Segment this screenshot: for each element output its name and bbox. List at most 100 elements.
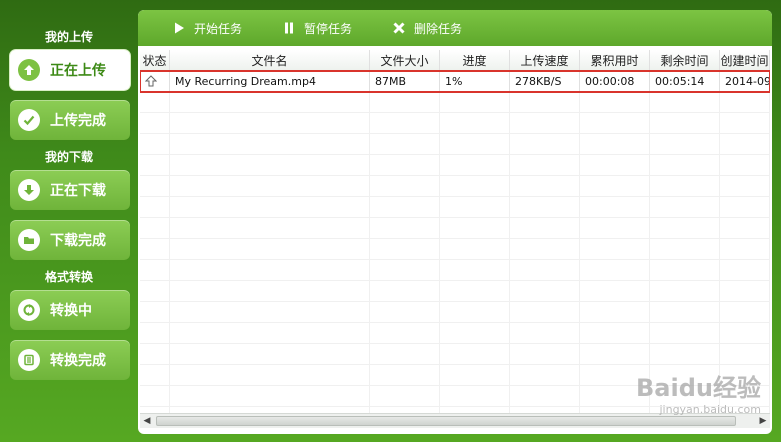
- empty-cell: [650, 155, 720, 175]
- empty-cell: [140, 302, 170, 322]
- empty-row: [140, 218, 770, 239]
- empty-cell: [170, 113, 370, 133]
- start-task-button[interactable]: 开始任务: [172, 20, 242, 37]
- empty-cell: [140, 92, 170, 112]
- empty-row: [140, 155, 770, 176]
- empty-cell: [440, 365, 510, 385]
- sidebar-item-downloading[interactable]: 正在下载: [10, 170, 130, 210]
- empty-cell: [370, 113, 440, 133]
- sidebar-item-label: 转换中: [50, 303, 92, 319]
- empty-cell: [720, 176, 770, 196]
- column-header-speed[interactable]: 上传速度: [510, 50, 580, 70]
- empty-cell: [580, 281, 650, 301]
- empty-cell: [440, 134, 510, 154]
- sidebar-item-label: 正在下载: [50, 183, 106, 199]
- empty-cell: [720, 134, 770, 154]
- empty-cell: [580, 113, 650, 133]
- watermark-logo: Baidu经验 jingyan.baidu.com: [636, 374, 761, 416]
- empty-cell: [370, 281, 440, 301]
- empty-cell: [720, 281, 770, 301]
- sidebar-item-converting[interactable]: 转换中: [10, 290, 130, 330]
- empty-cell: [170, 155, 370, 175]
- empty-row: [140, 281, 770, 302]
- empty-cell: [170, 344, 370, 364]
- empty-cell: [140, 113, 170, 133]
- column-header-size[interactable]: 文件大小: [370, 50, 440, 70]
- empty-cell: [370, 134, 440, 154]
- empty-cell: [140, 155, 170, 175]
- scroll-right-icon[interactable]: ▶: [756, 414, 770, 428]
- empty-cell: [170, 176, 370, 196]
- column-header-filename[interactable]: 文件名: [170, 50, 370, 70]
- empty-cell: [440, 113, 510, 133]
- empty-cell: [650, 260, 720, 280]
- empty-cell: [140, 218, 170, 238]
- pause-task-button[interactable]: 暂停任务: [282, 20, 352, 37]
- empty-cell: [440, 281, 510, 301]
- empty-row: [140, 197, 770, 218]
- empty-cell: [580, 197, 650, 217]
- empty-cell: [140, 197, 170, 217]
- empty-cell: [370, 176, 440, 196]
- folder-icon: [18, 229, 40, 251]
- empty-cell: [720, 218, 770, 238]
- empty-row: [140, 239, 770, 260]
- empty-cell: [170, 239, 370, 259]
- empty-row: [140, 302, 770, 323]
- empty-cell: [370, 302, 440, 322]
- column-header-elapsed[interactable]: 累积用时: [580, 50, 650, 70]
- empty-cell: [580, 218, 650, 238]
- empty-row: [140, 176, 770, 197]
- delete-task-button[interactable]: 删除任务: [392, 20, 462, 37]
- empty-cell: [170, 386, 370, 406]
- column-header-progress[interactable]: 进度: [440, 50, 510, 70]
- empty-cell: [440, 176, 510, 196]
- row-elapsed: 00:00:08: [580, 71, 650, 91]
- empty-cell: [440, 344, 510, 364]
- empty-cell: [510, 323, 580, 343]
- empty-row: [140, 134, 770, 155]
- empty-cell: [510, 176, 580, 196]
- section-title-convert: 格式转换: [44, 270, 93, 284]
- empty-cell: [140, 134, 170, 154]
- empty-cell: [440, 260, 510, 280]
- empty-cell: [510, 92, 580, 112]
- column-header-created[interactable]: 创建时间: [720, 50, 770, 70]
- checkmark-icon: [18, 109, 40, 131]
- empty-cell: [720, 92, 770, 112]
- sidebar-item-uploading[interactable]: 正在上传: [10, 50, 130, 90]
- toolbar: 开始任务 暂停任务 删除任务: [138, 10, 772, 46]
- empty-cell: [580, 302, 650, 322]
- empty-cell: [140, 239, 170, 259]
- empty-cell: [370, 386, 440, 406]
- table-header: 状态 文件名 文件大小 进度 上传速度 累积用时 剩余时间 创建时间: [140, 50, 770, 71]
- empty-cell: [720, 113, 770, 133]
- empty-cell: [140, 260, 170, 280]
- empty-cell: [370, 218, 440, 238]
- empty-cell: [720, 155, 770, 175]
- scroll-thumb[interactable]: [156, 416, 736, 426]
- column-header-remaining[interactable]: 剩余时间: [650, 50, 720, 70]
- upload-status-icon: [145, 75, 157, 87]
- empty-cell: [510, 197, 580, 217]
- empty-cell: [580, 92, 650, 112]
- empty-cell: [170, 92, 370, 112]
- sidebar-item-download-complete[interactable]: 下载完成: [10, 220, 130, 260]
- empty-cell: [370, 260, 440, 280]
- sidebar-item-label: 上传完成: [50, 113, 106, 129]
- pause-icon: [285, 22, 294, 34]
- empty-cell: [440, 197, 510, 217]
- empty-cell: [440, 239, 510, 259]
- empty-cell: [650, 134, 720, 154]
- sidebar-item-label: 下载完成: [50, 233, 106, 249]
- column-header-status[interactable]: 状态: [140, 50, 170, 70]
- empty-cell: [650, 197, 720, 217]
- sidebar-item-convert-complete[interactable]: 转换完成: [10, 340, 130, 380]
- empty-cell: [440, 386, 510, 406]
- empty-cell: [440, 92, 510, 112]
- list-icon: [18, 349, 40, 371]
- scroll-left-icon[interactable]: ◀: [140, 414, 154, 428]
- empty-row: [140, 92, 770, 113]
- table-row[interactable]: My Recurring Dream.mp4 87MB 1% 278KB/S 0…: [140, 70, 770, 93]
- sidebar-item-upload-complete[interactable]: 上传完成: [10, 100, 130, 140]
